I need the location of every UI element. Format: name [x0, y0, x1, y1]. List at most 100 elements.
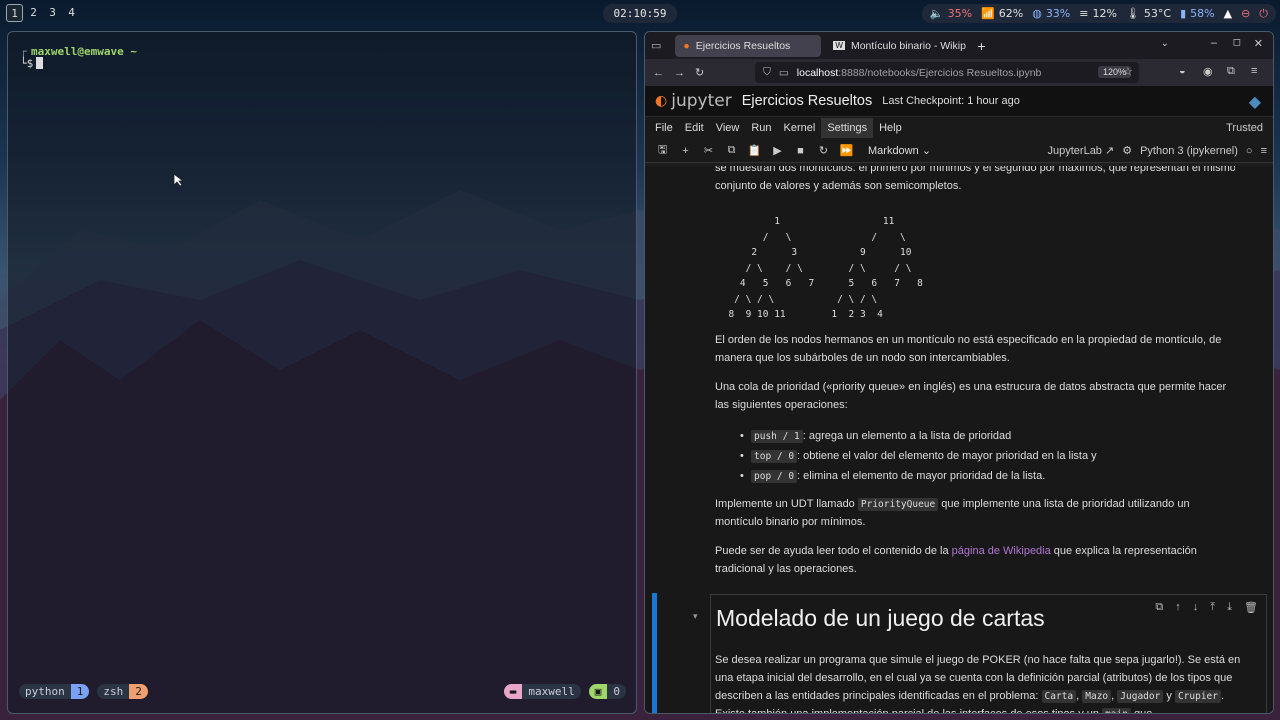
workspace-switcher: 1 2 3 4: [6, 4, 80, 22]
new-tab-icon[interactable]: +: [977, 38, 985, 54]
gear-icon[interactable]: ⚙: [1122, 144, 1132, 157]
copy-icon[interactable]: ⧉: [720, 144, 743, 157]
account-icon[interactable]: ◉: [1203, 65, 1213, 78]
workspace-1[interactable]: 1: [6, 4, 23, 22]
prompt-user: maxwell@emwave ~: [31, 45, 137, 58]
terminal-window[interactable]: ┌ maxwell@emwave ~ └$ python 1 zsh 2 ▬ maxw…: [7, 31, 637, 714]
restart-icon[interactable]: ↻: [812, 144, 835, 157]
list-item: pop / 0: elimina el elemento de mayor pr…: [740, 467, 1259, 485]
run-all-icon[interactable]: ⏩: [835, 144, 858, 157]
volume-value: 35%: [947, 7, 973, 20]
page-info-icon[interactable]: ▭: [779, 67, 789, 79]
tmux-windows: python 1 zsh 2: [19, 684, 148, 699]
menu-icon[interactable]: ≡: [1251, 65, 1257, 77]
disk-icon: ◍: [1032, 7, 1042, 20]
paste-icon[interactable]: 📋: [743, 144, 766, 157]
wifi-icon: 📶: [981, 7, 995, 20]
reload-icon[interactable]: ↻: [695, 66, 704, 79]
menu-settings[interactable]: Settings: [821, 118, 874, 138]
tmux-window-zsh[interactable]: zsh 2: [97, 684, 148, 699]
active-cell-indicator: [652, 593, 657, 713]
volume-icon: 🔈: [929, 7, 944, 20]
workspace-2[interactable]: 2: [25, 4, 42, 22]
url-bar[interactable]: ⛉ ▭ localhost:8888/notebooks/Ejercicios …: [755, 62, 1139, 83]
move-down-icon[interactable]: ↓: [1193, 601, 1199, 614]
trusted-indicator[interactable]: Trusted: [1226, 122, 1263, 134]
menu-icon[interactable]: ≡: [1261, 145, 1267, 157]
power-icon[interactable]: ⏻: [1259, 7, 1268, 21]
jupyter-logo[interactable]: ◐ jupyter: [655, 91, 732, 111]
external-link-icon: ↗: [1105, 145, 1115, 157]
jupyter-header: ◐ jupyter Ejercicios Resueltos Last Check…: [645, 86, 1273, 116]
lock-icon[interactable]: ⊖: [1241, 7, 1250, 20]
tmux-window-python[interactable]: python 1: [19, 684, 90, 699]
maximize-icon[interactable]: ◻: [1233, 37, 1241, 48]
notebook-menu: File Edit View Run Kernel Settings Help …: [645, 116, 1273, 139]
poker-paragraph: Se desea realizar un programa que simule…: [715, 651, 1255, 713]
inline-code: Jugador: [1117, 690, 1164, 703]
browser-window[interactable]: ▭ ● Ejercicios Resueltos W Montículo binar…: [644, 31, 1274, 714]
intro-paragraph: conjunto de valores y además son semicom…: [715, 180, 962, 192]
volume-status[interactable]: 🔈 35%: [930, 7, 972, 20]
notebook-title[interactable]: Ejercicios Resueltos: [742, 93, 873, 109]
tab-ejercicios[interactable]: ● Ejercicios Resueltos: [675, 34, 822, 57]
bookmark-star-icon[interactable]: ☆: [1123, 65, 1133, 78]
op-code: top / 0: [751, 450, 798, 463]
terminal-icon: ▣: [588, 684, 608, 699]
pocket-icon[interactable]: ◒: [1179, 65, 1186, 77]
wifi-value: 62%: [998, 7, 1024, 20]
back-icon[interactable]: ←: [653, 67, 664, 79]
extensions-icon[interactable]: ⧉: [1227, 65, 1235, 78]
minimize-icon[interactable]: –: [1211, 37, 1217, 49]
chevron-down-icon[interactable]: ⌄: [1161, 38, 1169, 49]
toolbar-right: JupyterLab ↗ ⚙ Python 3 (ipykernel) ○ ≡: [1048, 144, 1268, 158]
cut-icon[interactable]: ✂: [697, 144, 720, 157]
url-host: localhost: [796, 66, 839, 79]
session-count-value: 0: [607, 684, 626, 699]
markdown-cell[interactable]: Modelado de un juego de cartas ⧉ ↑ ↓ ⤒ ⤓…: [710, 594, 1267, 713]
memory-status: ≡ 12%: [1079, 7, 1117, 20]
duplicate-icon[interactable]: ⧉: [1155, 601, 1163, 614]
move-up-icon[interactable]: ↑: [1175, 601, 1181, 614]
menu-file[interactable]: File: [649, 118, 679, 138]
kernel-status-icon: ○: [1245, 144, 1253, 157]
run-icon[interactable]: ▶: [766, 144, 789, 157]
wikipedia-link[interactable]: página de Wikipedia: [952, 545, 1051, 557]
cell-actions: ⧉ ↑ ↓ ⤒ ⤓ 🗑: [1155, 601, 1258, 614]
collapse-chevron-icon[interactable]: ▾: [693, 611, 698, 622]
close-icon[interactable]: ✕: [1254, 37, 1263, 50]
system-status: 🔈 35% 📶 62% ◍ 33% ≡ 12% 🌡 53°C ▮ 58% ▲ ⊖ ⏻: [921, 4, 1276, 23]
partial-text: se muestran dos montículos: el primero p…: [715, 166, 1235, 174]
save-icon[interactable]: 🖫: [651, 141, 674, 160]
menu-run[interactable]: Run: [745, 118, 777, 138]
workspace-3[interactable]: 3: [44, 4, 61, 22]
cell-type-select[interactable]: Markdown ⌄: [868, 144, 931, 157]
insert-below-icon[interactable]: ⤓: [1227, 601, 1232, 614]
tab-overview-icon[interactable]: ▭: [651, 39, 661, 52]
stop-icon[interactable]: ■: [789, 145, 812, 157]
workspace-4[interactable]: 4: [63, 4, 80, 22]
arch-icon[interactable]: ▲: [1224, 7, 1232, 20]
temperature-status: 🌡 53°C: [1126, 7, 1171, 20]
op-text: : agrega un elemento a la lista de prior…: [802, 430, 1012, 442]
operations-list: push / 1: agrega un elemento a la lista …: [739, 425, 1259, 487]
text: Puede ser de ayuda leer todo el contenid…: [715, 545, 952, 557]
menu-kernel[interactable]: Kernel: [778, 118, 822, 138]
tab-wikipedia[interactable]: W Montículo binario - Wikip: [825, 35, 967, 57]
forward-icon[interactable]: →: [674, 67, 685, 79]
op-code: push / 1: [751, 430, 803, 443]
menu-help[interactable]: Help: [873, 118, 908, 138]
memory-icon: ≡: [1079, 7, 1089, 20]
kernel-name[interactable]: Python 3 (ipykernel): [1140, 145, 1238, 157]
add-cell-icon[interactable]: +: [674, 145, 697, 157]
insert-above-icon[interactable]: ⤒: [1210, 601, 1215, 614]
battery-status: ▮ 58%: [1180, 7, 1215, 20]
session-user: ▬ maxwell: [503, 684, 581, 699]
jupyterlab-link[interactable]: JupyterLab ↗: [1048, 144, 1115, 157]
wifi-status[interactable]: 📶 62%: [981, 7, 1023, 20]
menu-view[interactable]: View: [710, 118, 746, 138]
delete-icon[interactable]: 🗑: [1244, 601, 1258, 614]
notebook-area[interactable]: se muestran dos montículos: el primero p…: [645, 166, 1273, 713]
menu-edit[interactable]: Edit: [679, 118, 710, 138]
prompt-line[interactable]: └$: [20, 57, 44, 70]
